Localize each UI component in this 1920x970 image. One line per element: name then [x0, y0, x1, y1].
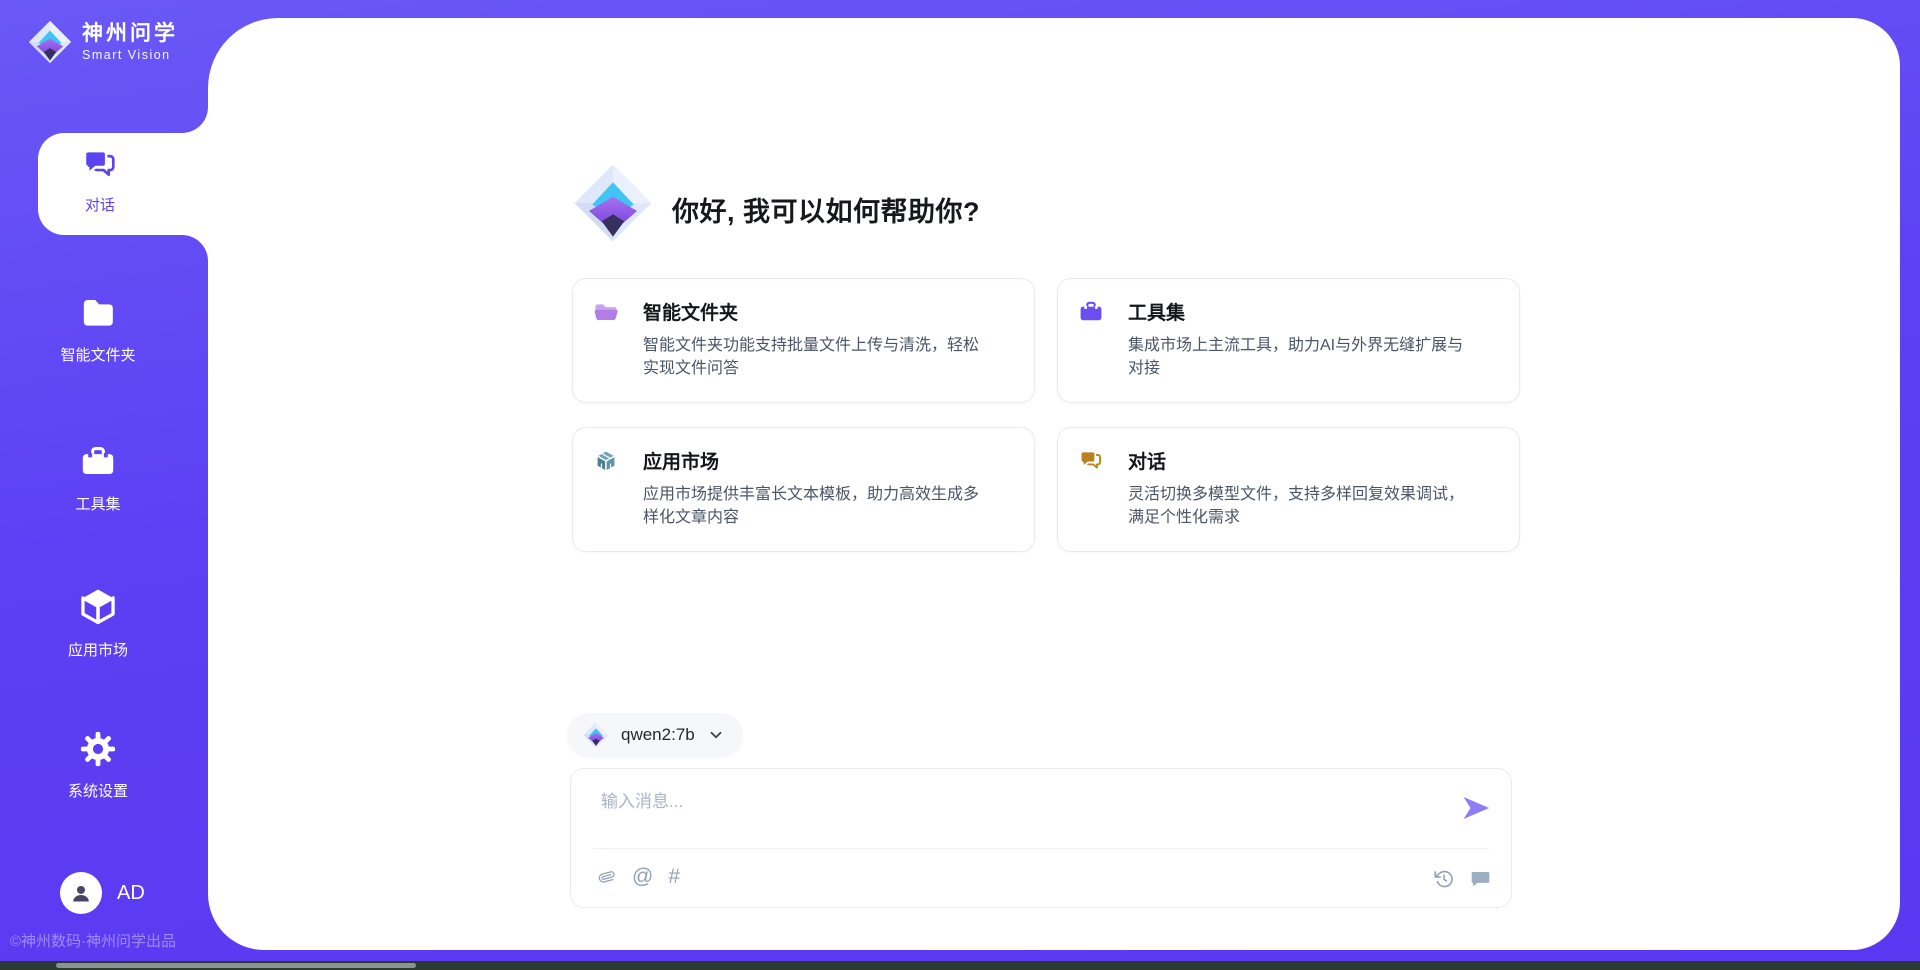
- sidebar-item-toolset[interactable]: 工具集: [0, 443, 196, 514]
- message-input[interactable]: [599, 785, 1443, 845]
- composer-divider: [593, 848, 1489, 849]
- message-composer: @ #: [570, 768, 1512, 908]
- briefcase-icon: [1078, 299, 1104, 325]
- chat-log-icon[interactable]: [1470, 868, 1491, 889]
- card-description: 应用市场提供丰富长文本模板，助力高效生成多样化文章内容: [643, 483, 994, 529]
- model-selector[interactable]: qwen2:7b: [567, 713, 743, 757]
- app-window: 神州问学 Smart Vision 对话 智能文件夹 工具集 应用市场: [0, 0, 1920, 970]
- avatar: [60, 872, 102, 914]
- chevron-down-icon: [707, 726, 725, 744]
- card-description: 灵活切换多模型文件，支持多样回复效果调试，满足个性化需求: [1128, 483, 1479, 529]
- app-name: 神州问学: [82, 22, 178, 46]
- sidebar-item-label: 应用市场: [0, 639, 196, 660]
- sidebar-item-smart-folder[interactable]: 智能文件夹: [0, 292, 196, 365]
- feature-cards: 智能文件夹 智能文件夹功能支持批量文件上传与清洗，轻松实现文件问答 工具集 集成…: [572, 278, 1520, 552]
- card-toolset[interactable]: 工具集 集成市场上主流工具，助力AI与外界无缝扩展与对接: [1057, 278, 1520, 403]
- brand-text: 神州问学 Smart Vision: [82, 22, 178, 62]
- card-header: 应用市场: [593, 447, 1014, 474]
- cube-icon: [593, 448, 619, 474]
- sidebar-item-settings[interactable]: 系统设置: [0, 730, 196, 801]
- card-description: 集成市场上主流工具，助力AI与外界无缝扩展与对接: [1128, 334, 1479, 380]
- user-initials: AD: [117, 882, 145, 905]
- card-smart-folder[interactable]: 智能文件夹 智能文件夹功能支持批量文件上传与清洗，轻松实现文件问答: [572, 278, 1035, 403]
- cube-icon: [77, 585, 119, 627]
- sidebar-item-app-market[interactable]: 应用市场: [0, 585, 196, 660]
- sidebar-item-label: 工具集: [0, 493, 196, 514]
- card-description: 智能文件夹功能支持批量文件上传与清洗，轻松实现文件问答: [643, 334, 994, 380]
- greeting-title: 你好, 我可以如何帮助你?: [672, 190, 980, 229]
- model-name: qwen2:7b: [621, 725, 695, 745]
- scrollbar-thumb[interactable]: [56, 963, 416, 968]
- folder-icon: [593, 299, 619, 325]
- composer-right-tools: [1434, 868, 1491, 889]
- card-header: 工具集: [1078, 298, 1499, 325]
- gear-icon: [79, 730, 117, 768]
- card-app-market[interactable]: 应用市场 应用市场提供丰富长文本模板，助力高效生成多样化文章内容: [572, 427, 1035, 552]
- card-header: 智能文件夹: [593, 298, 1014, 325]
- welcome-logo-icon: [573, 163, 653, 243]
- user-account[interactable]: AD: [60, 872, 145, 914]
- sidebar-item-label: 对话: [48, 194, 152, 215]
- person-icon: [68, 880, 94, 906]
- card-title: 智能文件夹: [643, 298, 738, 325]
- send-icon[interactable]: [1461, 793, 1491, 823]
- card-title: 应用市场: [643, 447, 719, 474]
- briefcase-icon: [79, 443, 117, 481]
- composer-tools: @ #: [597, 866, 680, 888]
- brand-diamond-icon: [28, 20, 72, 64]
- chat-icon: [1078, 448, 1104, 474]
- hash-icon[interactable]: #: [668, 866, 680, 888]
- app-logo: 神州问学 Smart Vision: [28, 20, 178, 64]
- model-logo-icon: [583, 722, 609, 748]
- card-chat[interactable]: 对话 灵活切换多模型文件，支持多样回复效果调试，满足个性化需求: [1057, 427, 1520, 552]
- copyright-text: ©神州数码·神州问学出品: [10, 930, 176, 951]
- folder-icon: [78, 292, 118, 332]
- sidebar-item-chat[interactable]: 对话: [48, 146, 152, 215]
- card-title: 对话: [1128, 447, 1166, 474]
- sidebar-item-label: 系统设置: [0, 780, 196, 801]
- chat-icon: [81, 146, 119, 184]
- card-title: 工具集: [1128, 298, 1185, 325]
- horizontal-scrollbar[interactable]: [0, 961, 1920, 970]
- at-icon[interactable]: @: [632, 866, 653, 888]
- app-tagline: Smart Vision: [82, 48, 178, 62]
- paperclip-icon[interactable]: [597, 867, 617, 887]
- history-icon[interactable]: [1434, 869, 1454, 889]
- sidebar-item-label: 智能文件夹: [0, 344, 196, 365]
- card-header: 对话: [1078, 447, 1499, 474]
